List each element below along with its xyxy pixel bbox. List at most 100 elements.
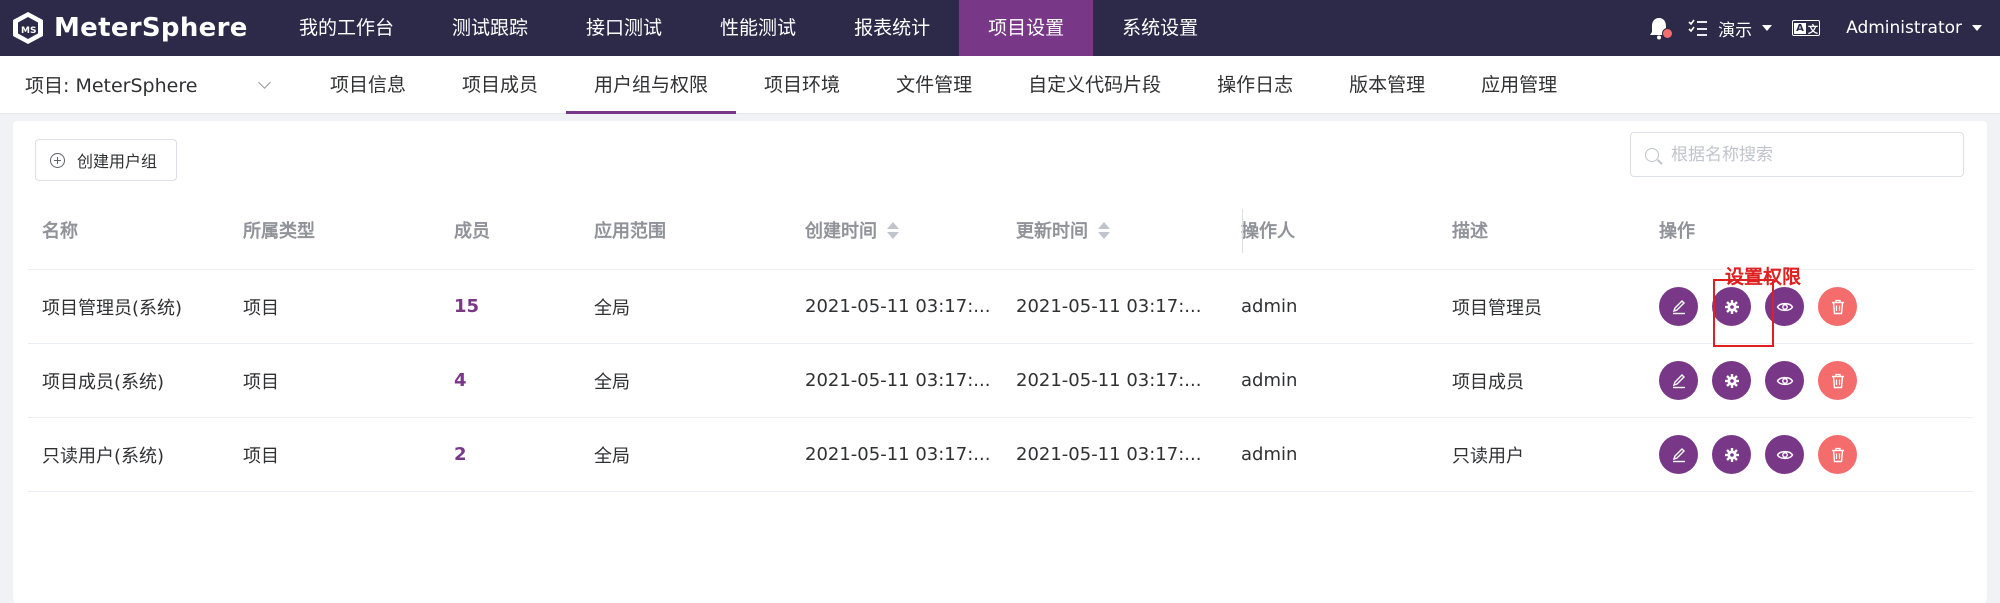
row-description: 项目成员 [1452, 371, 1524, 393]
delete-button[interactable] [1818, 435, 1857, 474]
eye-icon [1776, 376, 1793, 385]
project-selector[interactable]: 项目: MeterSphere [0, 56, 290, 114]
row-updated: 2021-05-11 03:17:... [1016, 296, 1202, 317]
row-description: 只读用户 [1452, 445, 1524, 467]
nav-performance-test[interactable]: 性能测试 [691, 0, 825, 56]
header-created-time[interactable]: 创建时间 [801, 217, 1012, 243]
row-members-link[interactable]: 15 [450, 296, 590, 317]
gear-icon [1724, 447, 1739, 462]
brand-logo[interactable]: MS MeterSphere [0, 0, 270, 56]
row-created: 2021-05-11 03:17:... [805, 370, 991, 391]
project-settings-tabs: 项目信息 项目成员 用户组与权限 项目环境 文件管理 自定义代码片段 操作日志 … [302, 56, 1585, 114]
row-name: 只读用户(系统) [42, 445, 165, 467]
row-operator: admin [1241, 296, 1298, 317]
table-header: 名称 所属类型 成员 应用范围 创建时间 更新时间 操作人 描述 操作 [28, 191, 1973, 270]
eye-icon [1776, 302, 1793, 311]
annotation-highlight-box [1713, 279, 1774, 347]
chevron-down-icon [1762, 25, 1773, 31]
row-created: 2021-05-11 03:17:... [805, 296, 991, 317]
search-box[interactable] [1630, 132, 1964, 177]
row-type: 项目 [243, 445, 279, 467]
header-name[interactable]: 名称 [28, 217, 239, 243]
top-navbar: MS MeterSphere 我的工作台 测试跟踪 接口测试 性能测试 报表统计… [0, 0, 2000, 56]
table-row[interactable]: 项目成员(系统) 项目 4 全局 2021-05-11 03:17:... 20… [28, 344, 1973, 418]
project-label: 项目: MeterSphere [25, 75, 198, 97]
main-nav: 我的工作台 测试跟踪 接口测试 性能测试 报表统计 项目设置 系统设置 [270, 0, 1227, 56]
tab-user-groups[interactable]: 用户组与权限 [566, 56, 737, 114]
svg-text:MS: MS [21, 26, 36, 36]
chevron-down-icon [1972, 25, 1982, 31]
edit-button[interactable] [1659, 287, 1698, 326]
language-icon[interactable]: A文 [1792, 20, 1821, 36]
row-actions [1645, 287, 1945, 326]
sub-navbar: 项目: MeterSphere 项目信息 项目成员 用户组与权限 项目环境 文件… [0, 56, 2000, 114]
edit-button[interactable] [1659, 361, 1698, 400]
brand-name: MeterSphere [54, 13, 248, 43]
user-name: Administrator [1846, 18, 1962, 38]
edit-icon [1672, 447, 1685, 462]
search-icon [1645, 147, 1659, 162]
tab-app-management[interactable]: 应用管理 [1453, 56, 1585, 114]
header-scope[interactable]: 应用范围 [590, 217, 801, 243]
column-resize-handle[interactable] [1242, 209, 1243, 253]
delete-button[interactable] [1818, 361, 1857, 400]
row-type: 项目 [243, 297, 279, 319]
edit-icon [1672, 373, 1685, 388]
bell-icon[interactable] [1648, 16, 1674, 40]
trash-icon [1831, 373, 1844, 388]
create-user-group-button[interactable]: 创建用户组 [35, 139, 177, 181]
view-button[interactable] [1765, 361, 1804, 400]
tab-operation-log[interactable]: 操作日志 [1189, 56, 1321, 114]
view-button[interactable] [1765, 435, 1804, 474]
logo-cube-icon: MS [10, 10, 46, 46]
header-created-label: 创建时间 [805, 221, 877, 242]
row-type: 项目 [243, 371, 279, 393]
trash-icon [1831, 447, 1844, 462]
sort-caret-icon[interactable] [1098, 221, 1110, 239]
user-menu[interactable]: Administrator [1846, 18, 1982, 38]
create-user-group-label: 创建用户组 [77, 152, 158, 171]
tab-custom-snippets[interactable]: 自定义代码片段 [1000, 56, 1189, 114]
header-type[interactable]: 所属类型 [239, 217, 450, 243]
nav-api-test[interactable]: 接口测试 [557, 0, 691, 56]
nav-report[interactable]: 报表统计 [825, 0, 959, 56]
row-members-link[interactable]: 4 [450, 370, 590, 391]
plus-circle-icon [50, 152, 65, 168]
tab-file-management[interactable]: 文件管理 [868, 56, 1000, 114]
nav-project-settings[interactable]: 项目设置 [959, 0, 1094, 56]
gear-icon [1724, 373, 1739, 388]
notification-dot [1662, 28, 1674, 39]
search-input[interactable] [1671, 144, 1951, 165]
set-permission-button[interactable] [1712, 361, 1751, 400]
header-operator[interactable]: 操作人 [1223, 217, 1434, 243]
tab-version-management[interactable]: 版本管理 [1321, 56, 1453, 114]
workspace-name: 演示 [1718, 20, 1753, 41]
row-operator: admin [1241, 370, 1298, 391]
nav-workbench[interactable]: 我的工作台 [270, 0, 423, 56]
header-updated-time[interactable]: 更新时间 [1012, 217, 1223, 243]
delete-button[interactable] [1818, 287, 1857, 326]
tab-project-members[interactable]: 项目成员 [434, 56, 566, 114]
nav-test-track[interactable]: 测试跟踪 [423, 0, 557, 56]
workspace-switcher[interactable]: 演示 [1688, 16, 1773, 41]
row-name: 项目管理员(系统) [42, 297, 183, 319]
tab-project-env[interactable]: 项目环境 [736, 56, 868, 114]
user-group-table: 名称 所属类型 成员 应用范围 创建时间 更新时间 操作人 描述 操作 项目管理… [28, 191, 1973, 492]
header-description[interactable]: 描述 [1434, 217, 1645, 243]
edit-icon [1672, 299, 1685, 314]
set-permission-button[interactable] [1712, 435, 1751, 474]
sort-caret-icon[interactable] [887, 221, 899, 239]
tab-project-info[interactable]: 项目信息 [302, 56, 434, 114]
table-row[interactable]: 项目管理员(系统) 项目 15 全局 2021-05-11 03:17:... … [28, 270, 1973, 344]
top-right-tools: 演示 A文 Administrator [1648, 0, 2000, 56]
row-scope: 全局 [594, 445, 630, 467]
table-row[interactable]: 只读用户(系统) 项目 2 全局 2021-05-11 03:17:... 20… [28, 418, 1973, 492]
nav-system-settings[interactable]: 系统设置 [1093, 0, 1227, 56]
row-scope: 全局 [594, 297, 630, 319]
task-list-icon [1688, 19, 1708, 36]
edit-button[interactable] [1659, 435, 1698, 474]
row-members-link[interactable]: 2 [450, 444, 590, 465]
row-operator: admin [1241, 444, 1298, 465]
header-members[interactable]: 成员 [450, 217, 590, 243]
header-updated-label: 更新时间 [1016, 221, 1088, 242]
